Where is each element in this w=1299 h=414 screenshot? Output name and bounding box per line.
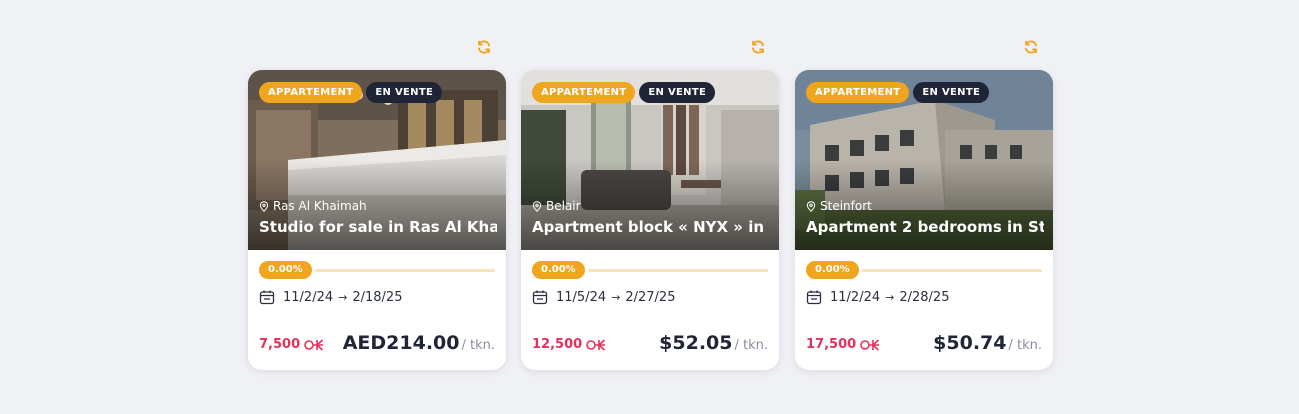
token-supply-value: 12,500 <box>532 337 583 352</box>
status-badge: EN VENTE <box>639 82 716 103</box>
property-card[interactable]: APPARTEMENT EN VENTE Steinfort Apartment… <box>795 70 1053 370</box>
price-unit: / tkn. <box>461 338 495 353</box>
property-card[interactable]: APPARTEMENT EN VENTE Belair Apartment bl… <box>521 70 779 370</box>
price-amount: $50.74 <box>933 332 1007 354</box>
end-date: 2/18/25 <box>352 289 403 305</box>
type-badge: APPARTEMENT <box>259 82 363 103</box>
end-date: 2/28/25 <box>899 289 950 305</box>
token-supply: 12,500 <box>532 337 606 354</box>
location-pin-icon <box>532 200 542 212</box>
token-supply-value: 17,500 <box>806 337 857 352</box>
refresh-icon[interactable] <box>475 38 493 56</box>
location-label: Belair <box>546 199 581 213</box>
price-unit: / tkn. <box>1008 338 1042 353</box>
location-pin-icon <box>259 200 269 212</box>
start-date: 11/2/24 <box>830 289 881 305</box>
progress-percent: 0.00% <box>532 261 585 279</box>
progress-track <box>861 268 1042 272</box>
location-label: Ras Al Khaimah <box>273 199 367 213</box>
progress-percent: 0.00% <box>259 261 312 279</box>
end-date: 2/27/25 <box>625 289 676 305</box>
calendar-icon <box>806 290 822 305</box>
price-amount: AED214.00 <box>342 332 460 354</box>
token-icon <box>586 338 606 351</box>
calendar-icon <box>532 290 548 305</box>
property-title[interactable]: Studio for sale in Ras Al Khai... <box>259 218 497 236</box>
token-icon <box>304 338 324 351</box>
property-photo: APPARTEMENT EN VENTE Steinfort Apartment… <box>795 70 1053 250</box>
sale-dates: 11/2/24 → 2/28/25 <box>806 289 949 305</box>
funding-progress: 0.00% <box>806 261 1042 279</box>
location-label: Steinfort <box>820 199 872 213</box>
sale-dates: 11/5/24 → 2/27/25 <box>532 289 675 305</box>
refresh-icon[interactable] <box>1022 38 1040 56</box>
token-supply: 7,500 <box>259 337 324 354</box>
property-card[interactable]: APPARTEMENT EN VENTE Ras Al Khaimah Stud… <box>248 70 506 370</box>
type-badge: APPARTEMENT <box>532 82 636 103</box>
token-icon <box>860 338 880 351</box>
token-supply-value: 7,500 <box>259 337 301 352</box>
progress-percent: 0.00% <box>806 261 859 279</box>
property-photo: APPARTEMENT EN VENTE Belair Apartment bl… <box>521 70 779 250</box>
status-badge: EN VENTE <box>366 82 443 103</box>
type-badge: APPARTEMENT <box>806 82 910 103</box>
calendar-icon <box>259 290 275 305</box>
funding-progress: 0.00% <box>259 261 495 279</box>
token-price: AED214.00 / tkn. <box>343 332 495 354</box>
refresh-icon[interactable] <box>749 38 767 56</box>
date-arrow: → <box>611 290 621 304</box>
date-arrow: → <box>885 290 895 304</box>
token-price: $52.05 / tkn. <box>659 332 768 354</box>
funding-progress: 0.00% <box>532 261 768 279</box>
property-title[interactable]: Apartment 2 bedrooms in Stei... <box>806 218 1044 236</box>
start-date: 11/5/24 <box>556 289 607 305</box>
price-amount: $52.05 <box>659 332 733 354</box>
location-pin-icon <box>806 200 816 212</box>
token-price: $50.74 / tkn. <box>933 332 1042 354</box>
property-photo: APPARTEMENT EN VENTE Ras Al Khaimah Stud… <box>248 70 506 250</box>
token-supply: 17,500 <box>806 337 880 354</box>
property-title[interactable]: Apartment block « NYX » in L... <box>532 218 770 236</box>
date-arrow: → <box>338 290 348 304</box>
start-date: 11/2/24 <box>283 289 334 305</box>
sale-dates: 11/2/24 → 2/18/25 <box>259 289 402 305</box>
progress-track <box>314 268 495 272</box>
status-badge: EN VENTE <box>913 82 990 103</box>
price-unit: / tkn. <box>734 338 768 353</box>
progress-track <box>587 268 768 272</box>
